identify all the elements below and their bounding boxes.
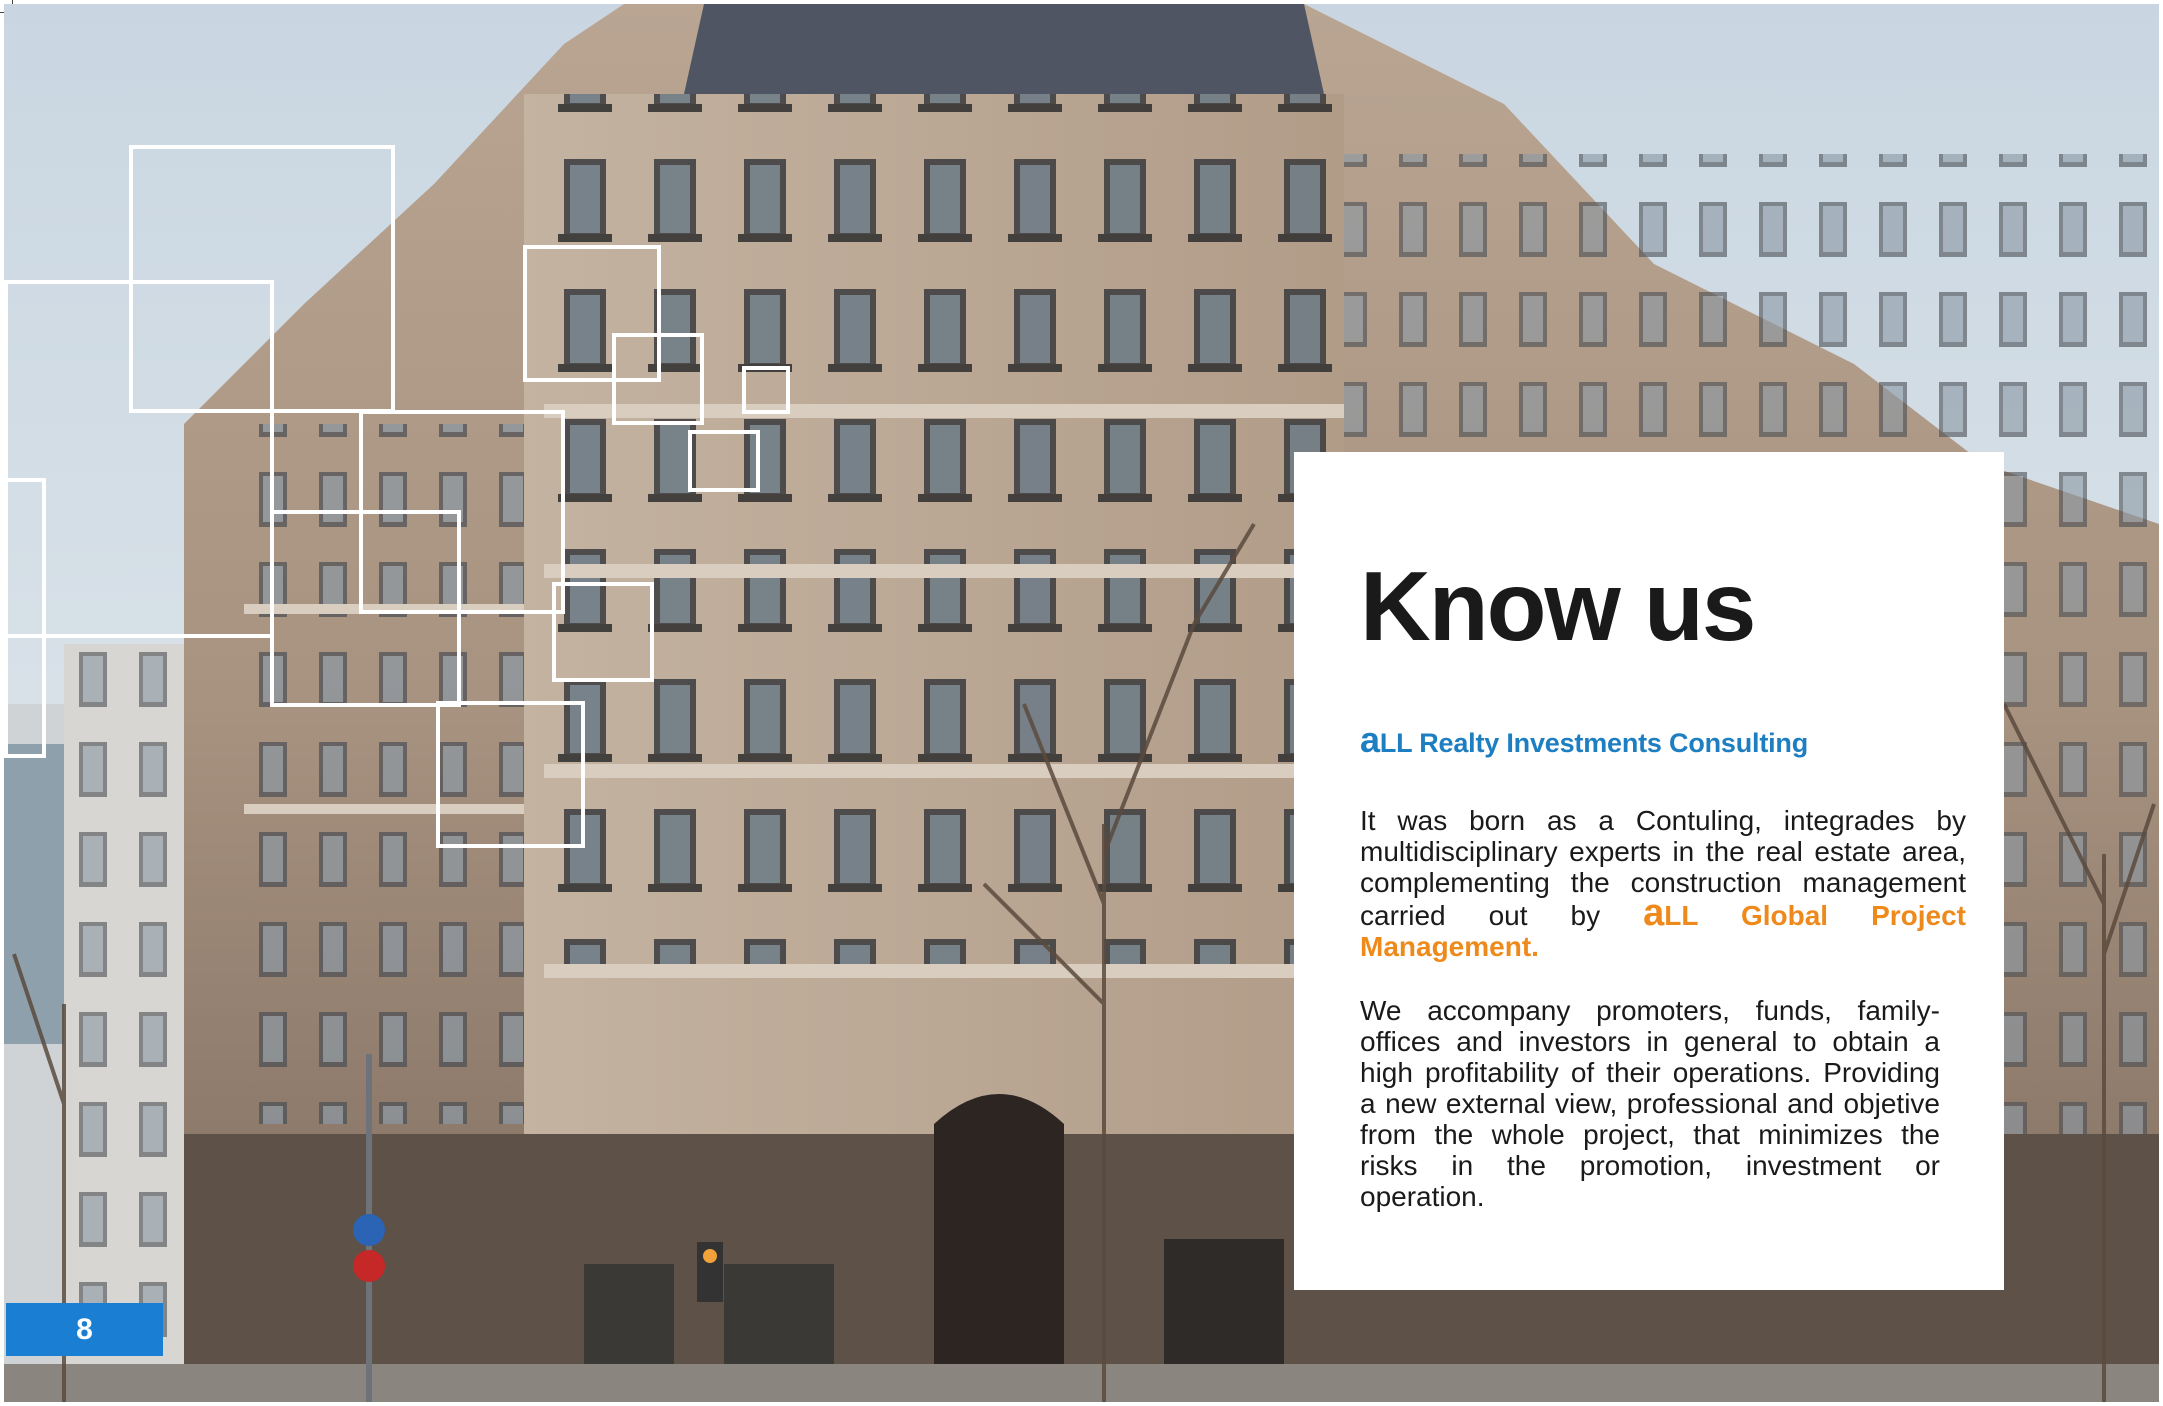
decor-square — [436, 701, 585, 848]
brand-letter-orange: a — [1643, 892, 1665, 934]
decor-square — [552, 582, 654, 682]
section-subtitle: aLL Realty Investments Consulting — [1360, 719, 1966, 761]
subtitle-text: LL Realty Investments Consulting — [1379, 728, 1808, 758]
decor-square — [742, 366, 790, 414]
page-title: Know us — [1360, 551, 1756, 661]
decor-square — [688, 430, 760, 492]
brand-letter: a — [1360, 719, 1380, 760]
page-number: 8 — [6, 1303, 163, 1356]
services-paragraph: We accompany promoters, funds, family-of… — [1360, 995, 1940, 1212]
decor-square — [612, 333, 704, 425]
decor-square — [4, 478, 46, 758]
decor-square — [359, 410, 565, 614]
content-card: Know us aLL Realty Investments Consultin… — [1294, 452, 2004, 1290]
intro-paragraph: It was born as a Contuling, integrades b… — [1360, 805, 1966, 962]
